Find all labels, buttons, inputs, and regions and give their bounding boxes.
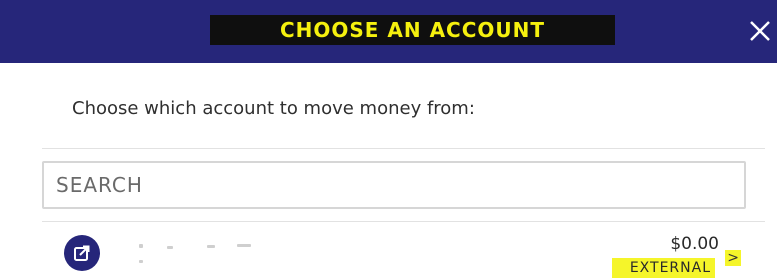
external-link-icon bbox=[64, 235, 100, 271]
account-balance: $0.00 bbox=[670, 234, 719, 254]
search-input[interactable] bbox=[44, 163, 716, 207]
modal-header: CHOOSE AN ACCOUNT bbox=[0, 0, 777, 63]
redacted-account-name bbox=[137, 240, 277, 266]
close-button[interactable] bbox=[747, 18, 773, 44]
search-field[interactable] bbox=[42, 161, 746, 209]
close-icon bbox=[747, 18, 773, 44]
account-type-label: EXTERNAL bbox=[611, 258, 715, 278]
modal-title: CHOOSE AN ACCOUNT bbox=[210, 15, 615, 45]
chevron-right-icon: > bbox=[725, 250, 741, 266]
divider bbox=[42, 148, 765, 149]
account-list-item[interactable]: $0.00 EXTERNAL > bbox=[42, 222, 777, 280]
instruction-text: Choose which account to move money from: bbox=[72, 98, 475, 119]
